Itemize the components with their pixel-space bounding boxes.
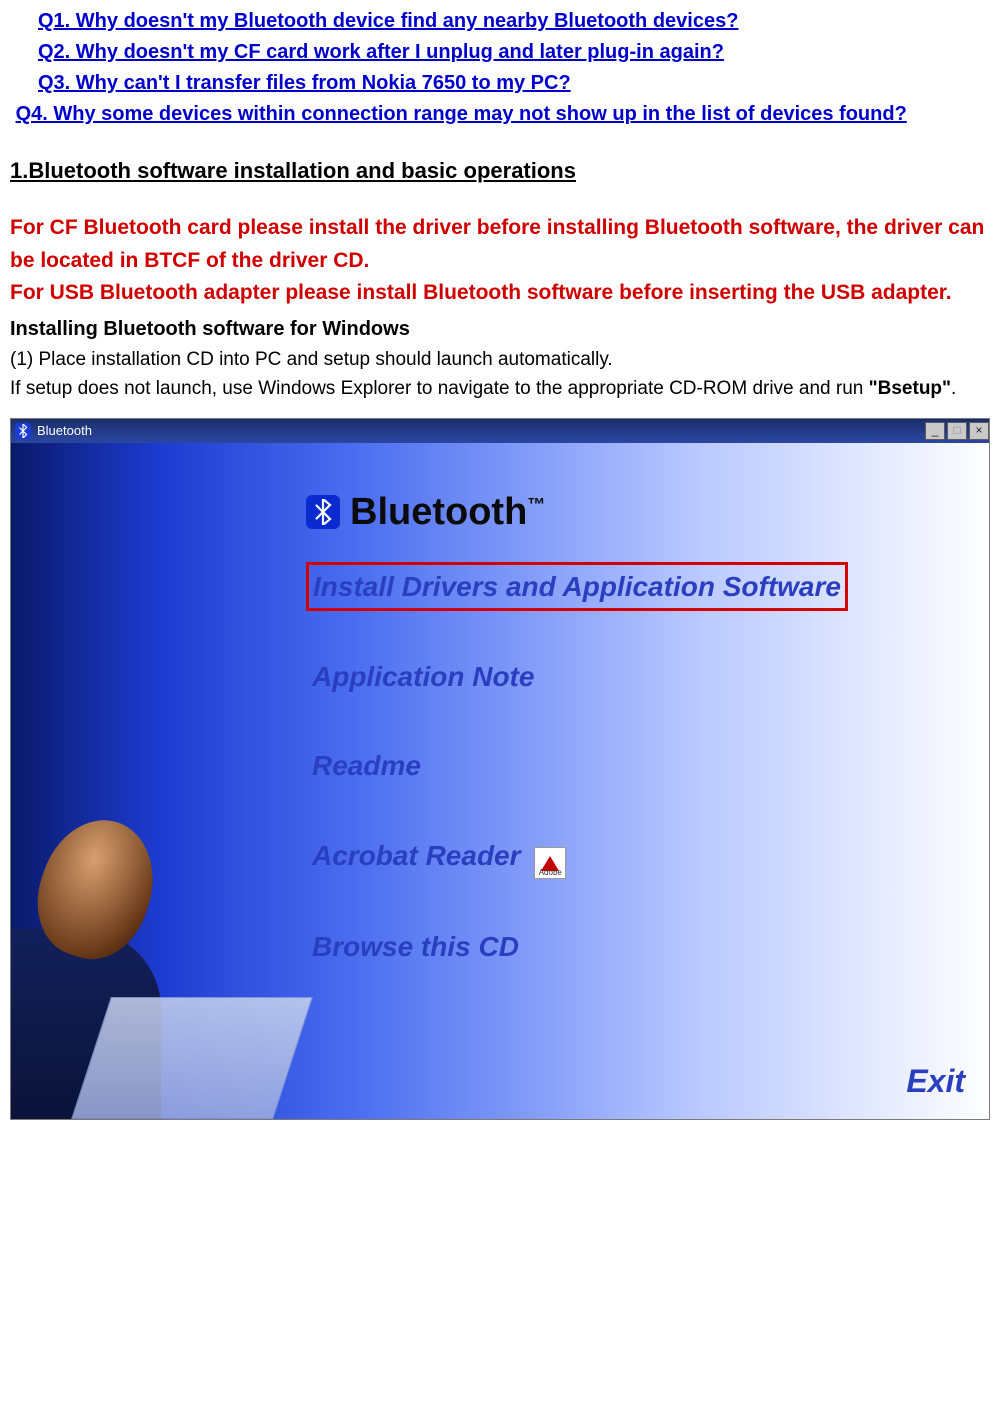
menu-readme[interactable]: Readme <box>306 742 427 789</box>
question-links: Q1. Why doesn't my Bluetooth device find… <box>10 6 991 130</box>
q2-link[interactable]: Q2. Why doesn't my CF card work after I … <box>38 41 724 63</box>
minimize-button[interactable]: _ <box>925 422 945 440</box>
bluetooth-icon <box>15 423 31 439</box>
installer-menu: Bluetooth™ Install Drivers and Applicati… <box>306 483 848 1013</box>
window-title: Bluetooth <box>37 421 92 441</box>
adobe-label: Adobe <box>539 867 562 879</box>
note-pre: If setup does not launch, use Windows Ex… <box>10 378 869 399</box>
menu-appnote[interactable]: Application Note <box>306 653 540 700</box>
menu-acrobat-label: Acrobat Reader <box>312 840 521 871</box>
brand-text: Bluetooth <box>350 491 527 533</box>
q1-link[interactable]: Q1. Why doesn't my Bluetooth device find… <box>38 10 738 32</box>
adobe-icon: Adobe <box>534 847 566 879</box>
warning-cf: For CF Bluetooth card please install the… <box>10 212 991 277</box>
note-post: . <box>951 378 956 399</box>
decorative-person <box>11 779 321 1119</box>
menu-browse[interactable]: Browse this CD <box>306 923 525 970</box>
menu-install[interactable]: Install Drivers and Application Software <box>306 562 848 611</box>
menu-acrobat[interactable]: Acrobat Reader Adobe <box>306 832 572 882</box>
close-button[interactable]: × <box>969 422 989 440</box>
installer-brand: Bluetooth™ <box>306 483 848 542</box>
q3-link[interactable]: Q3. Why can't I transfer files from Noki… <box>38 72 571 94</box>
exit-button[interactable]: Exit <box>906 1057 965 1107</box>
installer-window: Bluetooth _ □ × Bluetooth™ Install Drive… <box>10 418 990 1120</box>
bluetooth-logo-icon <box>306 495 340 529</box>
bsetup-name: "Bsetup" <box>869 378 951 399</box>
install-subheading: Installing Bluetooth software for Window… <box>10 314 991 345</box>
titlebar: Bluetooth _ □ × <box>11 419 989 443</box>
tm-mark: ™ <box>527 494 545 514</box>
step-1: (1) Place installation CD into PC and se… <box>10 345 991 374</box>
q4-link[interactable]: Q4. Why some devices within connection r… <box>16 103 907 125</box>
warning-usb: For USB Bluetooth adapter please install… <box>10 277 991 310</box>
maximize-button[interactable]: □ <box>947 422 967 440</box>
section-heading: 1.Bluetooth software installation and ba… <box>10 154 991 188</box>
step-1-note: If setup does not launch, use Windows Ex… <box>10 374 991 403</box>
installer-client: Bluetooth™ Install Drivers and Applicati… <box>11 443 989 1119</box>
